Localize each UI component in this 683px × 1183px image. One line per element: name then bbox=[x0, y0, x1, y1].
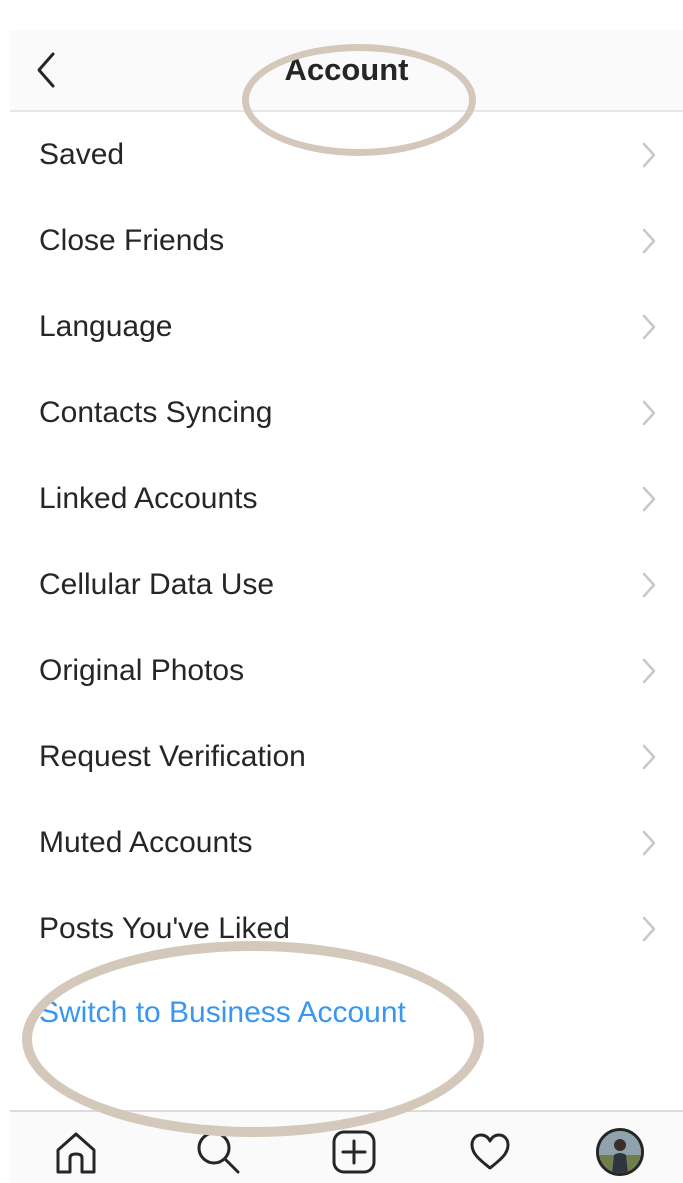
settings-item-label: Contacts Syncing bbox=[39, 396, 273, 429]
settings-item-linked-accounts[interactable]: Linked Accounts bbox=[10, 456, 683, 542]
settings-item-request-verification[interactable]: Request Verification bbox=[10, 714, 683, 800]
bottom-tab-bar bbox=[10, 1110, 683, 1183]
settings-item-label: Saved bbox=[39, 138, 125, 171]
app-frame: Account Saved Close Friends Language Con… bbox=[0, 0, 683, 1183]
tab-new-post[interactable] bbox=[326, 1124, 382, 1180]
avatar bbox=[596, 1128, 644, 1176]
account-settings-screen: Account Saved Close Friends Language Con… bbox=[10, 30, 683, 1183]
settings-item-label: Cellular Data Use bbox=[39, 568, 275, 601]
settings-item-contacts-syncing[interactable]: Contacts Syncing bbox=[10, 370, 683, 456]
nav-header: Account bbox=[10, 30, 683, 112]
home-icon bbox=[56, 1132, 96, 1174]
chevron-right-icon bbox=[642, 658, 656, 684]
settings-item-muted-accounts[interactable]: Muted Accounts bbox=[10, 800, 683, 886]
settings-item-label: Posts You've Liked bbox=[39, 912, 290, 945]
chevron-right-icon bbox=[642, 486, 656, 512]
settings-item-label: Close Friends bbox=[39, 224, 225, 257]
switch-to-business-link[interactable]: Switch to Business Account bbox=[39, 996, 406, 1030]
tab-activity[interactable] bbox=[462, 1124, 518, 1180]
chevron-right-icon bbox=[642, 142, 656, 168]
settings-list: Saved Close Friends Language Contacts Sy… bbox=[10, 112, 683, 972]
settings-item-posts-youve-liked[interactable]: Posts You've Liked bbox=[10, 886, 683, 972]
page-title: Account bbox=[284, 52, 409, 87]
settings-item-label: Linked Accounts bbox=[39, 482, 258, 515]
settings-item-saved[interactable]: Saved bbox=[10, 112, 683, 198]
chevron-right-icon bbox=[642, 400, 656, 426]
tab-profile[interactable] bbox=[592, 1124, 648, 1180]
settings-item-label: Language bbox=[39, 310, 173, 343]
tab-search[interactable] bbox=[190, 1124, 246, 1180]
chevron-right-icon bbox=[642, 314, 656, 340]
search-icon bbox=[197, 1131, 240, 1174]
chevron-right-icon bbox=[642, 830, 656, 856]
chevron-right-icon bbox=[642, 228, 656, 254]
heart-icon bbox=[470, 1133, 510, 1170]
settings-item-label: Muted Accounts bbox=[39, 826, 253, 859]
settings-item-language[interactable]: Language bbox=[10, 284, 683, 370]
settings-item-close-friends[interactable]: Close Friends bbox=[10, 198, 683, 284]
settings-item-label: Request Verification bbox=[39, 740, 306, 773]
chevron-right-icon bbox=[642, 572, 656, 598]
chevron-right-icon bbox=[642, 744, 656, 770]
new-post-icon bbox=[332, 1130, 376, 1174]
tab-home[interactable] bbox=[48, 1124, 104, 1180]
settings-item-original-photos[interactable]: Original Photos bbox=[10, 628, 683, 714]
settings-item-cellular-data-use[interactable]: Cellular Data Use bbox=[10, 542, 683, 628]
chevron-right-icon bbox=[642, 916, 656, 942]
profile-avatar bbox=[599, 1131, 641, 1173]
settings-item-label: Original Photos bbox=[39, 654, 245, 687]
